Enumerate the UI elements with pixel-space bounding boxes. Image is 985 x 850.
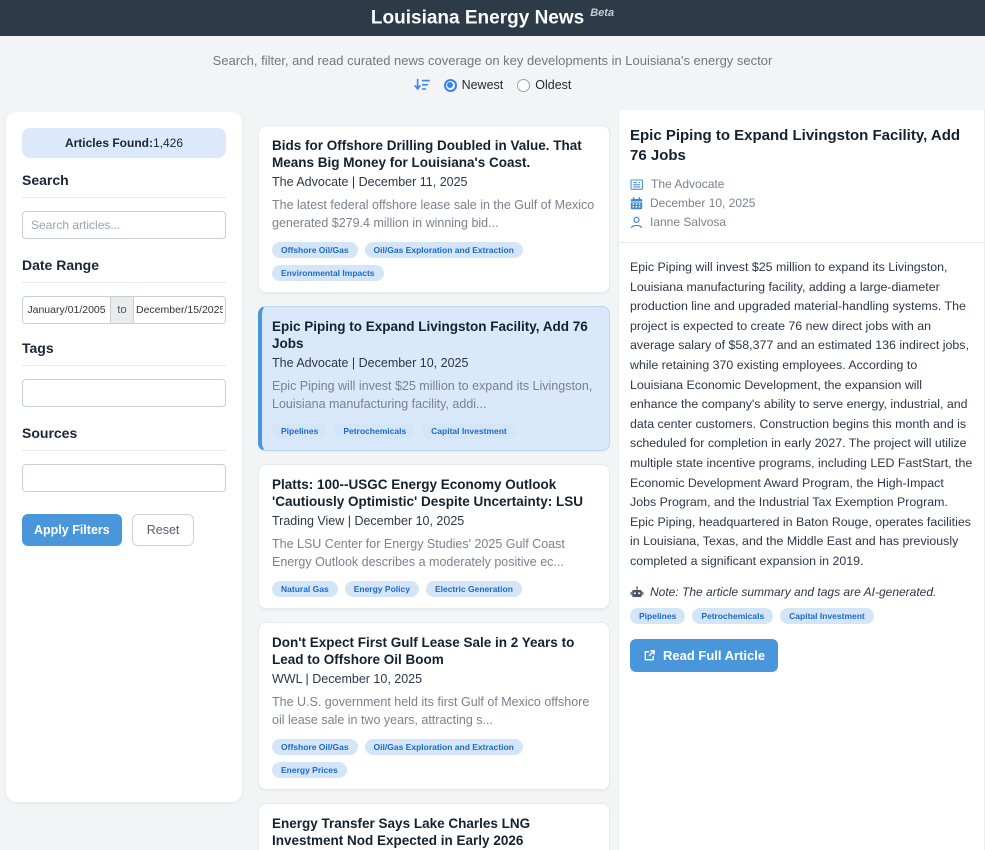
radio-unselected-icon — [517, 79, 530, 92]
tag-pill: Petrochemicals — [692, 608, 773, 624]
articles-found-count: 1,426 — [153, 136, 183, 150]
article-card-tags: Offshore Oil/Gas Oil/Gas Exploration and … — [272, 242, 596, 281]
article-card-excerpt: Epic Piping will invest $25 million to e… — [272, 377, 596, 415]
filters-sidebar: Articles Found:1,426 Search Date Range t… — [6, 112, 242, 802]
tag-pill: Environmental Impacts — [272, 265, 384, 281]
tag-pill: Oil/Gas Exploration and Extraction — [365, 739, 523, 755]
detail-tags: Pipelines Petrochemicals Capital Investmen… — [630, 608, 973, 624]
app-subtitle: Search, filter, and read curated news co… — [0, 53, 985, 68]
article-card-source: Trading View | December 10, 2025 — [272, 514, 596, 528]
tag-pill: Offshore Oil/Gas — [272, 739, 358, 755]
divider — [22, 197, 226, 198]
date-range-group: to — [22, 296, 226, 324]
article-card-source: The Advocate | December 11, 2025 — [272, 175, 596, 189]
calendar-icon — [630, 197, 643, 210]
article-card-title: Don't Expect First Gulf Lease Sale in 2 … — [272, 634, 596, 669]
article-card-excerpt: The U.S. government held its first Gulf … — [272, 693, 596, 731]
sort-controls: Newest Oldest — [0, 76, 985, 94]
date-to-label: to — [110, 296, 134, 324]
robot-icon — [630, 586, 644, 598]
tag-pill: Capital Investment — [422, 423, 516, 439]
article-card[interactable]: Bids for Offshore Drilling Doubled in Va… — [258, 125, 610, 293]
detail-date-row: December 10, 2025 — [630, 196, 973, 210]
tag-pill: Capital Investment — [780, 608, 874, 624]
tag-pill: Offshore Oil/Gas — [272, 242, 358, 258]
detail-author-row: Ianne Salvosa — [630, 215, 973, 229]
article-card-title: Platts: 100--USGC Energy Economy Outlook… — [272, 476, 596, 511]
article-card-source: WWL | December 10, 2025 — [272, 672, 596, 686]
tag-pill: Energy Prices — [272, 762, 347, 778]
date-from-input[interactable] — [22, 296, 110, 324]
article-detail-panel: Epic Piping to Expand Livingston Facilit… — [618, 110, 985, 850]
detail-author: Ianne Salvosa — [650, 215, 726, 229]
article-card-excerpt: The LSU Center for Energy Studies' 2025 … — [272, 535, 596, 573]
tags-heading: Tags — [22, 340, 226, 356]
app-header: Louisiana Energy News Beta — [0, 0, 985, 36]
divider — [22, 365, 226, 366]
detail-meta: The Advocate December 10, 2025 — [630, 177, 973, 229]
divider — [22, 450, 226, 451]
tag-pill: Electric Generation — [426, 581, 522, 597]
article-card-title: Energy Transfer Says Lake Charles LNG In… — [272, 815, 596, 850]
beta-badge: Beta — [590, 7, 614, 19]
sort-newest-radio[interactable]: Newest — [444, 78, 504, 92]
read-full-article-label: Read Full Article — [663, 648, 765, 663]
reset-button[interactable]: Reset — [132, 514, 195, 546]
article-card-tags: Pipelines Petrochemicals Capital Investmen… — [272, 423, 596, 439]
tag-pill: Pipelines — [272, 423, 327, 439]
detail-summary: Epic Piping will invest $25 million to e… — [630, 258, 973, 572]
tag-pill: Pipelines — [630, 608, 685, 624]
filter-buttons: Apply Filters Reset — [22, 514, 226, 546]
search-input[interactable] — [22, 211, 226, 239]
sort-newest-label: Newest — [462, 78, 504, 92]
detail-source: The Advocate — [651, 177, 724, 191]
article-list[interactable]: Bids for Offshore Drilling Doubled in Va… — [258, 110, 610, 850]
external-link-icon — [643, 649, 656, 662]
date-range-heading: Date Range — [22, 257, 226, 273]
detail-date: December 10, 2025 — [650, 196, 755, 210]
sort-oldest-radio[interactable]: Oldest — [517, 78, 571, 92]
date-to-input[interactable] — [134, 296, 226, 324]
sort-oldest-label: Oldest — [535, 78, 571, 92]
divider — [22, 282, 226, 283]
article-card-title: Epic Piping to Expand Livingston Facilit… — [272, 318, 596, 353]
read-full-article-button[interactable]: Read Full Article — [630, 639, 778, 672]
app-title-text: Louisiana Energy News — [371, 7, 584, 28]
search-heading: Search — [22, 172, 226, 188]
apply-filters-button[interactable]: Apply Filters — [22, 514, 122, 546]
article-card[interactable]: Don't Expect First Gulf Lease Sale in 2 … — [258, 622, 610, 790]
article-card-title: Bids for Offshore Drilling Doubled in Va… — [272, 137, 596, 172]
sort-descending-icon — [414, 78, 430, 92]
detail-title: Epic Piping to Expand Livingston Facilit… — [630, 126, 973, 165]
article-card[interactable]: Platts: 100--USGC Energy Economy Outlook… — [258, 464, 610, 609]
articles-found-badge: Articles Found:1,426 — [22, 128, 226, 158]
article-card-tags: Offshore Oil/Gas Oil/Gas Exploration and … — [272, 739, 596, 778]
ai-note-text: Note: The article summary and tags are A… — [650, 585, 936, 599]
sources-heading: Sources — [22, 425, 226, 441]
detail-source-row: The Advocate — [630, 177, 973, 191]
tags-input[interactable] — [22, 379, 226, 407]
radio-selected-icon — [444, 79, 457, 92]
article-card[interactable]: Epic Piping to Expand Livingston Facilit… — [258, 306, 610, 451]
tag-pill: Natural Gas — [272, 581, 338, 597]
article-card-tags: Natural Gas Energy Policy Electric Generat… — [272, 581, 596, 597]
divider — [619, 242, 984, 243]
tag-pill: Energy Policy — [345, 581, 419, 597]
newspaper-icon — [630, 178, 644, 191]
tag-pill: Petrochemicals — [334, 423, 415, 439]
tag-pill: Oil/Gas Exploration and Extraction — [365, 242, 523, 258]
article-card-source: The Advocate | December 10, 2025 — [272, 356, 596, 370]
sources-input[interactable] — [22, 464, 226, 492]
ai-note: Note: The article summary and tags are A… — [630, 585, 973, 599]
article-card-excerpt: The latest federal offshore lease sale i… — [272, 196, 596, 234]
articles-found-label: Articles Found: — [65, 136, 153, 150]
author-icon — [630, 216, 643, 229]
app-title: Louisiana Energy News Beta — [371, 7, 614, 29]
article-card[interactable]: Energy Transfer Says Lake Charles LNG In… — [258, 803, 610, 850]
main-content: Articles Found:1,426 Search Date Range t… — [0, 110, 985, 850]
